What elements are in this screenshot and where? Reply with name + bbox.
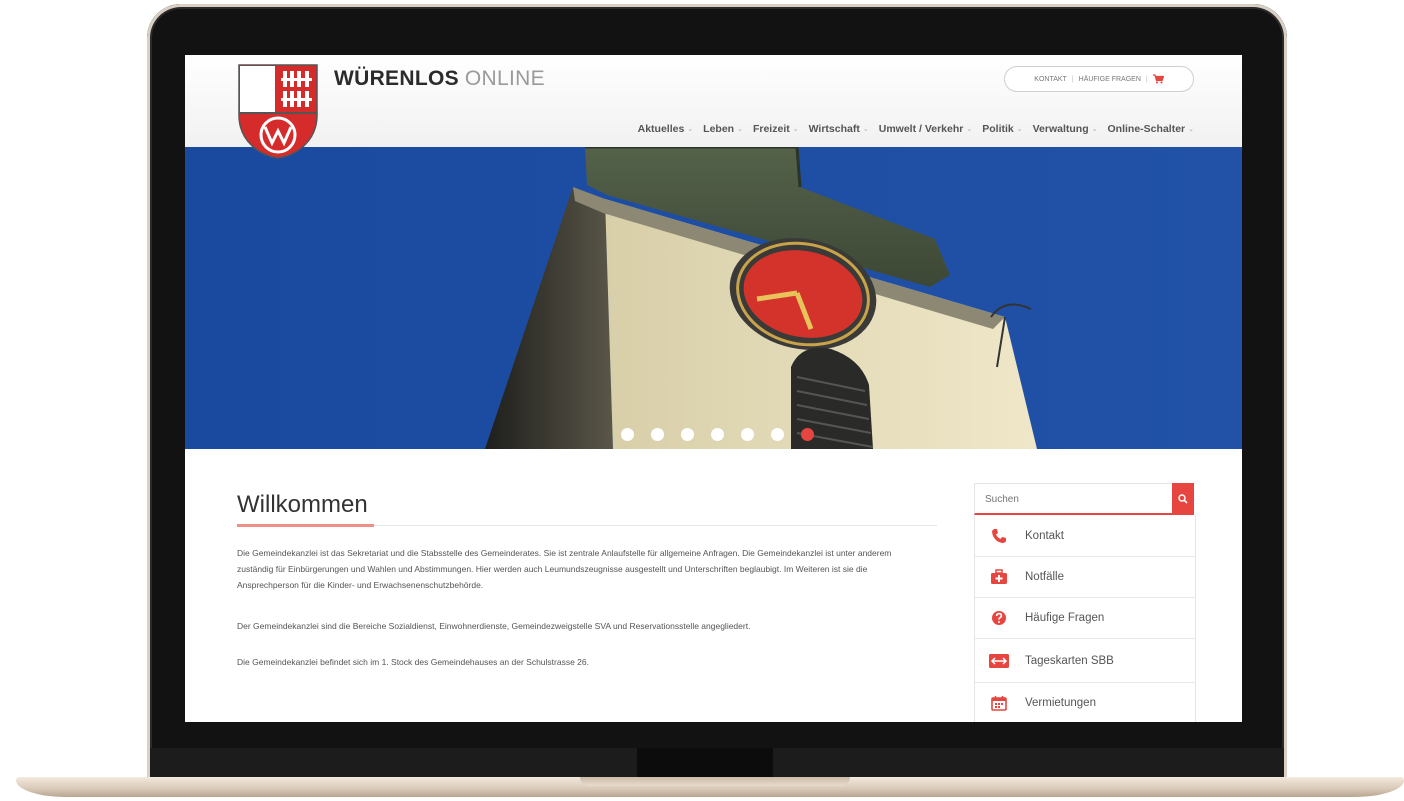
coat-of-arms-logo[interactable] <box>237 63 319 159</box>
nav-label: Wirtschaft <box>808 123 860 135</box>
chevron-down-icon: ⌄ <box>1091 126 1098 133</box>
calendar-icon <box>987 695 1011 711</box>
nav-label: Politik <box>982 123 1014 135</box>
slider-dot[interactable] <box>771 428 784 441</box>
slider-dot[interactable] <box>681 428 694 441</box>
hero-image-church-tower <box>185 147 1242 449</box>
sidebar-item-notfaelle[interactable]: Notfälle <box>975 557 1195 598</box>
sidebar-item-label: Vermietungen <box>1025 697 1096 709</box>
nav-label: Umwelt / Verkehr <box>878 123 964 135</box>
page-title: Willkommen <box>237 491 368 518</box>
nav-item-leben[interactable]: Leben ⌄ <box>703 123 743 135</box>
slider-dot[interactable] <box>651 428 664 441</box>
site-brand[interactable]: WÜRENLOS ONLINE <box>334 67 545 91</box>
sidebar-item-label: Tageskarten SBB <box>1025 654 1114 667</box>
nav-item-umwelt-verkehr[interactable]: Umwelt / Verkehr ⌄ <box>879 123 973 135</box>
laptop-opening-notch <box>580 777 850 786</box>
sidebar-item-tageskarten-sbb[interactable]: Tageskarten SBB <box>975 639 1195 683</box>
nav-label: Freizeit <box>752 123 790 135</box>
body-paragraph: Die Gemeindekanzlei befindet sich im 1. … <box>237 657 589 667</box>
nav-item-online-schalter[interactable]: Online-Schalter ⌄ <box>1108 123 1194 135</box>
sidebar-search <box>974 483 1194 515</box>
sidebar-item-vermietungen[interactable]: Vermietungen <box>975 683 1195 722</box>
nav-item-wirtschaft[interactable]: Wirtschaft ⌄ <box>809 123 869 135</box>
slider-dot[interactable] <box>711 428 724 441</box>
sidebar-item-faq[interactable]: Häufige Fragen <box>975 598 1195 639</box>
sbb-ticket-icon <box>987 653 1011 668</box>
topbar-separator: | <box>1145 75 1148 83</box>
site-header: WÜRENLOS ONLINE KONTAKT | HÄUFIGE FRAGEN … <box>185 55 1242 147</box>
nav-label: Aktuelles <box>637 123 685 135</box>
nav-item-freizeit[interactable]: Freizeit ⌄ <box>753 123 799 135</box>
sidebar-item-label: Notfälle <box>1025 571 1064 583</box>
search-button[interactable] <box>1172 483 1194 515</box>
topbar-link-kontakt[interactable]: KONTAKT <box>1034 76 1067 83</box>
chevron-down-icon: ⌄ <box>737 126 743 133</box>
search-input[interactable] <box>975 484 1171 514</box>
sidebar-quicklinks: Kontakt Notfälle Häufige Fragen Tageskar… <box>974 516 1196 722</box>
chevron-down-icon: ⌄ <box>862 126 869 133</box>
sidebar-item-label: Häufige Fragen <box>1025 612 1105 624</box>
sidebar-item-kontakt[interactable]: Kontakt <box>975 516 1195 557</box>
search-icon <box>1178 494 1188 504</box>
slider-dot[interactable] <box>741 428 754 441</box>
chevron-down-icon: ⌄ <box>1016 126 1023 133</box>
chevron-down-icon: ⌄ <box>966 126 973 133</box>
brand-name: WÜRENLOS <box>334 67 459 90</box>
nav-item-verwaltung[interactable]: Verwaltung ⌄ <box>1033 123 1098 135</box>
slider-dot-active[interactable] <box>801 428 814 441</box>
title-accent-underline <box>237 524 374 527</box>
laptop-screen: WÜRENLOS ONLINE KONTAKT | HÄUFIGE FRAGEN … <box>185 55 1242 722</box>
topbar-link-faq[interactable]: HÄUFIGE FRAGEN <box>1079 76 1141 83</box>
body-paragraph: Der Gemeindekanzlei sind die Bereiche So… <box>237 621 751 631</box>
chevron-down-icon: ⌄ <box>792 126 799 133</box>
sidebar-item-label: Kontakt <box>1025 530 1064 542</box>
hero-slider[interactable] <box>185 147 1242 449</box>
topbar-separator: | <box>1071 75 1074 83</box>
question-icon <box>987 610 1011 626</box>
nav-label: Leben <box>703 123 735 135</box>
main-navigation: Aktuelles ⌄ Leben ⌄ Freizeit ⌄ Wirtschaft ⌄ … <box>638 123 1194 135</box>
brand-suffix: ONLINE <box>464 67 545 90</box>
nav-item-politik[interactable]: Politik ⌄ <box>982 123 1022 135</box>
intro-paragraph: Die Gemeindekanzlei ist das Sekretariat … <box>237 548 892 590</box>
first-aid-icon <box>987 569 1011 585</box>
shopping-cart-icon[interactable] <box>1152 74 1164 84</box>
chevron-down-icon: ⌄ <box>687 126 694 133</box>
nav-item-aktuelles[interactable]: Aktuelles ⌄ <box>638 123 694 135</box>
nav-label: Verwaltung <box>1032 123 1089 135</box>
nav-label: Online-Schalter <box>1107 123 1186 135</box>
phone-icon <box>987 528 1011 544</box>
slider-dot[interactable] <box>621 428 634 441</box>
top-utility-bar: KONTAKT | HÄUFIGE FRAGEN | <box>1004 66 1194 92</box>
slider-pagination <box>621 428 814 441</box>
chevron-down-icon: ⌄ <box>1188 126 1194 133</box>
